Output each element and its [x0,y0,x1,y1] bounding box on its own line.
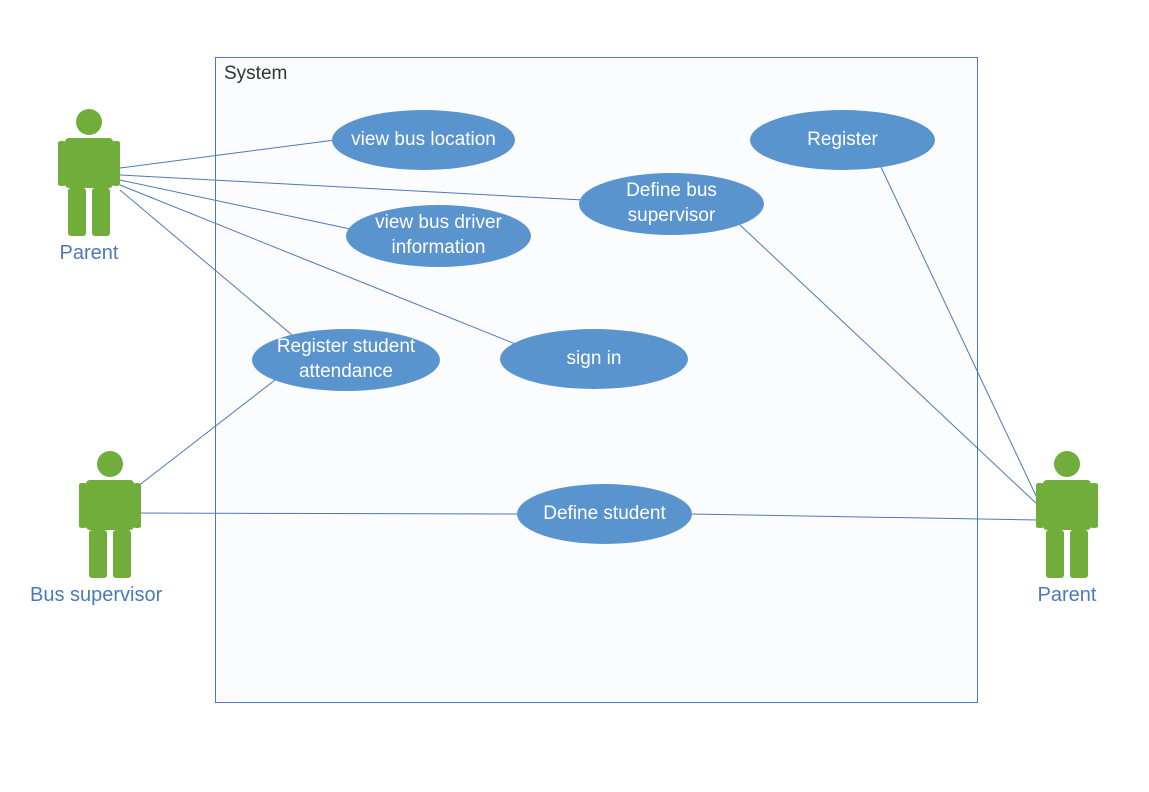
usecase-register[interactable]: Register [750,110,935,170]
person-icon [58,108,120,236]
usecase-define-bus-supervisor[interactable]: Define bus supervisor [579,173,764,235]
actor-label: Bus supervisor [30,584,162,607]
usecase-register-student-attendance[interactable]: Register student attendance [252,329,440,391]
actor-bus-supervisor[interactable]: Bus supervisor [30,450,162,607]
usecase-label: Define student [543,502,666,527]
usecase-sign-in[interactable]: sign in [500,329,688,389]
person-icon [1036,450,1098,578]
actor-parent-left[interactable]: Parent [58,108,120,265]
actor-parent-right[interactable]: Parent [1036,450,1098,607]
usecase-define-student[interactable]: Define student [517,484,692,544]
usecase-label: Register [807,128,878,153]
usecase-label: view bus location [351,128,496,153]
actor-label: Parent [60,242,119,265]
usecase-view-bus-driver-info[interactable]: view bus driver information [346,205,531,267]
usecase-view-bus-location[interactable]: view bus location [332,110,515,170]
usecase-label: view bus driver information [375,211,502,260]
usecase-label: Register student attendance [277,335,415,384]
usecase-label: sign in [567,347,622,372]
actor-label: Parent [1038,584,1097,607]
system-title: System [224,63,287,85]
person-icon [79,450,141,578]
usecase-label: Define bus supervisor [626,179,717,228]
